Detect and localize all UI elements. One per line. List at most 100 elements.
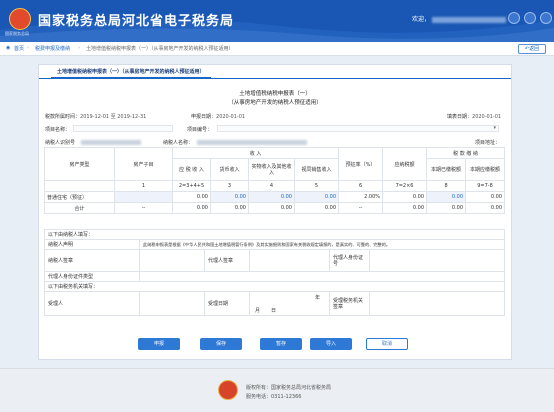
save-button[interactable]: 保存 <box>200 338 242 350</box>
header-this-payable: 本期应缴税额 <box>465 158 506 181</box>
declaration-text: 此纳税申报表是根据《中华人民共和国土地增值税暂行条例》及其实施细则和国家有关税收… <box>138 239 506 250</box>
back-button[interactable]: ↶返回 <box>518 44 546 54</box>
tax-emblem-logo <box>9 8 31 30</box>
index-cell: 1 <box>114 180 173 192</box>
index-cell-empty <box>44 180 115 192</box>
seal-label: 纳税人签章 <box>44 249 140 272</box>
header-deemed: 视同销售收入 <box>293 158 340 181</box>
total-income: 0.00 <box>172 202 211 214</box>
row-deemed-input[interactable]: 0.00 <box>293 191 340 203</box>
declare-date-field: 申报日期：2020-01-01 <box>191 113 245 120</box>
index-cell: 3 <box>210 180 249 192</box>
location-icon: ◉ <box>6 45 11 51</box>
header-rate: 预征率（%） <box>338 147 384 181</box>
receiver-label: 受理人 <box>44 291 140 316</box>
tax-emblem-logo <box>218 380 238 400</box>
period-field: 税款所属时间：2019-12-01 至 2019-12-31 <box>45 113 146 120</box>
breadcrumb: ◉ 首页 › 税费申报及缴纳 › 土地增值税纳税申报表（一）（从事房地产开发的纳… <box>0 42 554 56</box>
user-icon[interactable] <box>524 12 536 24</box>
message-icon[interactable] <box>508 12 520 24</box>
footer-hotline: 服务电话：0311-12366 <box>246 394 302 400</box>
header-total-income: 应 税 收 入 <box>172 158 211 181</box>
receive-date-cell: 年 月 日 <box>249 291 330 316</box>
total-tax-due: 0.00 <box>382 202 428 214</box>
header-subtype: 房产子目 <box>114 147 173 181</box>
declare-date-value: 2020-01-01 <box>216 114 246 120</box>
declaration-label: 纳税人声明 <box>44 239 140 250</box>
project-name-input[interactable] <box>73 125 173 132</box>
declare-date-label: 申报日期： <box>191 114 217 120</box>
index-cell: 9=7-8 <box>465 180 506 192</box>
chevron-right-icon: › <box>27 45 29 51</box>
header-nonmonetary: 实物收入及其他收入 <box>248 158 295 181</box>
index-cell: 7=2×6 <box>382 180 428 192</box>
header-income: 收 入 <box>171 147 340 159</box>
header-this-paid: 本期已缴税额 <box>426 158 467 181</box>
index-cell: 6 <box>338 180 384 192</box>
declare-button[interactable]: 申报 <box>138 338 180 350</box>
office-seal-cell <box>368 291 506 316</box>
welcome-label: 欢迎， <box>412 16 431 23</box>
logout-icon[interactable] <box>540 12 552 24</box>
chevron-right-icon: › <box>78 45 80 51</box>
fill-date-field: 填表日期：2020-01-01 <box>447 113 501 120</box>
tab-land-vat-form[interactable]: 土地增值税纳税申报表（一）（从事房地产开发的纳税人预征适用） <box>51 65 211 79</box>
header-monetary: 货币收入 <box>210 158 249 181</box>
header-tax-paid: 税 款 缴 纳 <box>426 147 506 159</box>
taxpayer-id-label: 纳税人识别号 <box>45 140 76 146</box>
row-paid-input[interactable]: 0.00 <box>426 191 467 203</box>
form-title: 土地增值税纳税申报表（一） <box>239 91 311 97</box>
agent-id-cell <box>368 249 506 272</box>
index-cell: 8 <box>426 180 467 192</box>
footer-copyright: 版权所有：国家税务总局河北省税务局 <box>246 385 332 391</box>
breadcrumb-current: 土地增值税纳税申报表（一）（从事房地产开发的纳税人预征适用） <box>86 46 234 52</box>
breadcrumb-level2[interactable]: 税费申报及缴纳 <box>35 45 70 52</box>
total-nonmonetary: 0.00 <box>248 202 295 214</box>
header-tax-due: 应纳税额 <box>382 147 428 181</box>
chevron-down-icon: ▾ <box>493 125 496 131</box>
total-label: 合计 <box>44 202 115 214</box>
agent-id-type-label: 代理人身份证件类型 <box>44 271 140 282</box>
agent-id-label: 代理人身份证号 <box>329 249 370 272</box>
period-label: 税款所属时间： <box>45 114 81 120</box>
taxpayer-name-redacted <box>197 140 307 145</box>
agent-seal-cell <box>249 249 330 272</box>
row-subtype-select[interactable] <box>114 191 173 203</box>
fill-date-label: 填表日期： <box>447 114 473 120</box>
site-title: 国家税务总局河北省电子税务局 <box>38 14 235 29</box>
year-label: 年 <box>314 294 320 301</box>
header-house-type: 房产类型 <box>44 147 115 181</box>
total-deemed: 0.00 <box>293 202 340 214</box>
taxpayer-id-redacted <box>81 140 141 145</box>
declaration-table: 以下由纳税人填写： 纳税人声明 此纳税申报表是根据《中华人民共和国土地增值税暂行… <box>43 229 506 316</box>
row-monetary-input[interactable]: 0.00 <box>210 191 249 203</box>
reset-button[interactable]: 取消 <box>366 338 408 350</box>
seal-cell <box>139 249 205 272</box>
row-rate: 2.00% <box>338 191 384 203</box>
user-name-redacted <box>432 16 507 23</box>
project-no-select[interactable]: ▾ <box>217 125 499 132</box>
total-paid: 0.00 <box>426 202 467 214</box>
temp-save-button[interactable]: 暂存 <box>260 338 302 350</box>
receive-date-label: 受理日期 <box>204 291 250 316</box>
total-monetary: 0.00 <box>210 202 249 214</box>
day-label: 日 <box>271 307 277 314</box>
row-nonmonetary-input[interactable]: 0.00 <box>248 191 295 203</box>
tax-office-fill-heading: 以下由税务机关填写： <box>43 281 506 292</box>
taxpayer-name-label: 纳税人名称： <box>163 140 194 146</box>
project-address-label: 项目地址： <box>475 140 501 146</box>
index-cell: 4 <box>248 180 295 192</box>
table-row: 普通住宅（预征） 0.00 0.00 0.00 0.00 2.00% 0.00 … <box>44 191 506 203</box>
total-payable: 0.00 <box>465 202 506 214</box>
welcome-text: 欢迎， <box>412 14 507 23</box>
action-bar: 申报 保存 暂存 导入 取消 <box>0 338 554 352</box>
index-cell: 5 <box>293 180 340 192</box>
footer: 版权所有：国家税务总局河北省税务局 服务电话：0311-12366 <box>0 368 554 412</box>
receiver-cell <box>139 291 205 316</box>
breadcrumb-home[interactable]: 首页 <box>14 45 24 52</box>
index-cell: 2=3+4+5 <box>172 180 211 192</box>
project-no-label: 项目编号： <box>187 127 213 133</box>
total-rate: -- <box>338 202 384 214</box>
import-button[interactable]: 导入 <box>310 338 352 350</box>
logo-caption: 国家税务总局 <box>5 31 29 36</box>
